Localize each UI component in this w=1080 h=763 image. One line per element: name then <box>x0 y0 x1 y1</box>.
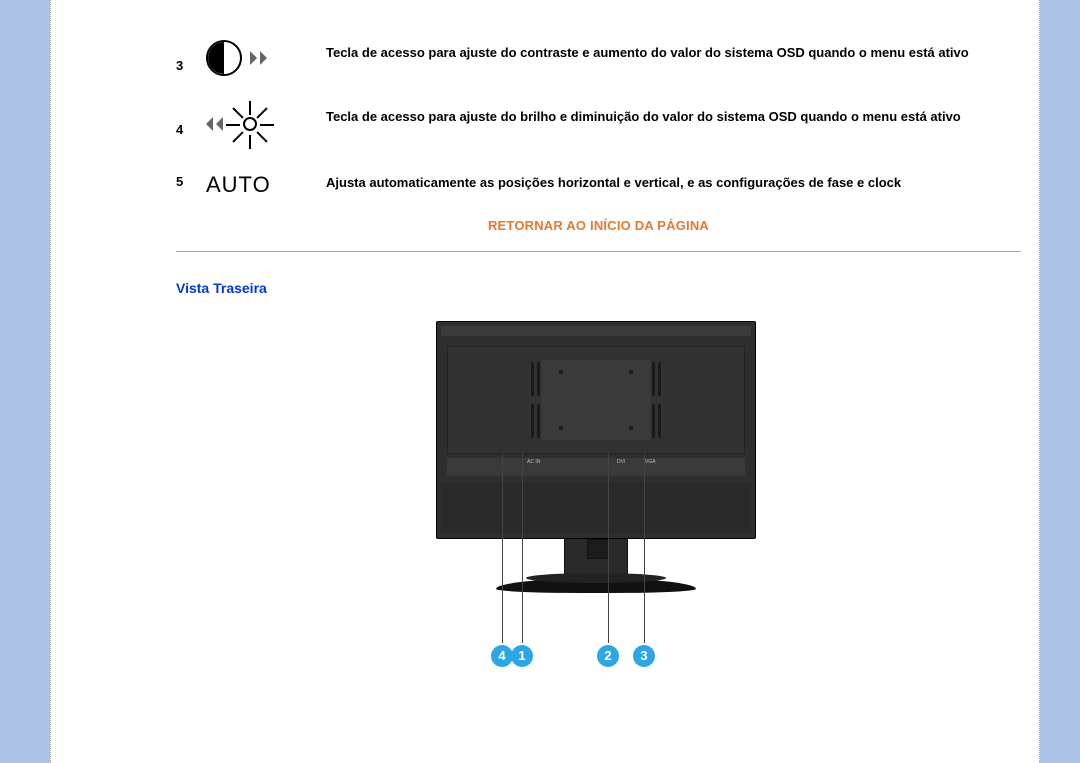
port-label-ac: AC IN <box>527 459 540 465</box>
callout-markers: 4 1 2 3 <box>436 593 756 713</box>
callout-marker-3: 3 <box>633 645 655 667</box>
monitor-stand-base <box>496 579 696 593</box>
page-background: 3 Tecla de acesso para ajuste do contras… <box>0 0 1080 763</box>
row-number: 4 <box>176 104 206 144</box>
row-number: 5 <box>176 172 206 198</box>
leader-line <box>644 453 645 643</box>
leader-line <box>608 453 609 643</box>
brightness-decrease-icon <box>206 104 326 144</box>
row-description: Tecla de acesso para ajuste do contraste… <box>326 40 1021 76</box>
port-label-vga: VGA <box>645 459 656 465</box>
callout-marker-2: 2 <box>597 645 619 667</box>
document-page: 3 Tecla de acesso para ajuste do contras… <box>50 0 1040 763</box>
feature-row-5: 5 AUTO Ajusta automaticamente as posiçõe… <box>176 172 1021 198</box>
leader-line <box>522 453 523 643</box>
callout-marker-1: 1 <box>511 645 533 667</box>
row-number: 3 <box>176 40 206 76</box>
feature-row-3: 3 Tecla de acesso para ajuste do contras… <box>176 40 1021 76</box>
auto-label-text: AUTO <box>206 172 271 198</box>
contrast-increase-icon <box>206 40 326 76</box>
feature-row-4: 4 Tecla de acesso para ajuste do brilho … <box>176 104 1021 144</box>
row-description: Ajusta automaticamente as posições horiz… <box>326 172 1021 198</box>
row-description: Tecla de acesso para ajuste do brilho e … <box>326 104 1021 144</box>
return-to-top-link[interactable]: RETORNAR AO INÍCIO DA PÁGINA <box>279 218 919 233</box>
auto-adjust-icon: AUTO <box>206 172 326 198</box>
monitor-rear-illustration: AC IN DVI VGA <box>436 321 756 539</box>
port-label-dvi: DVI <box>617 459 625 465</box>
callout-marker-4: 4 <box>491 645 513 667</box>
rear-view-figure: AC IN DVI VGA 4 1 2 3 <box>176 321 1016 713</box>
rear-view-heading: Vista Traseira <box>176 280 1021 296</box>
section-divider <box>176 251 1021 252</box>
leader-line <box>502 453 503 643</box>
